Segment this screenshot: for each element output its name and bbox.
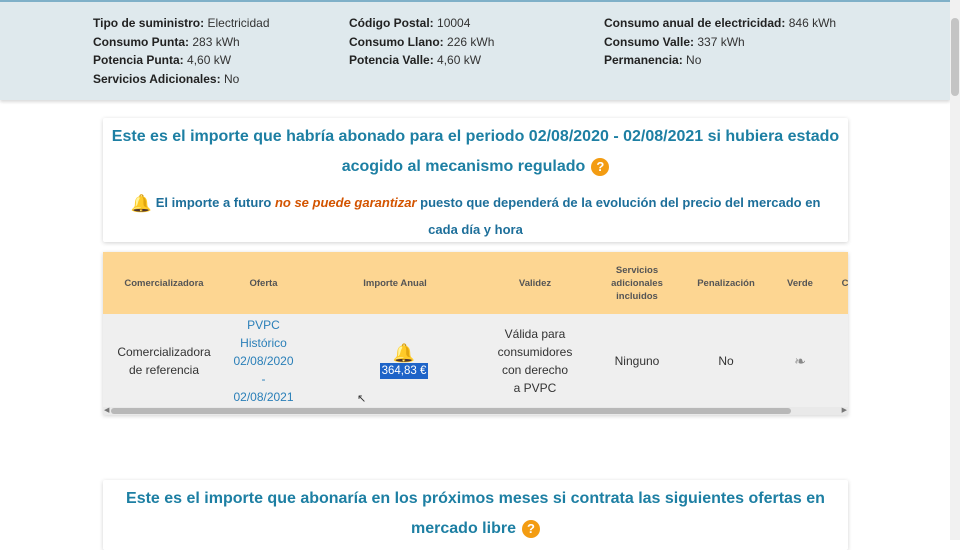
bell-icon: 🔔: [130, 194, 152, 213]
header-comercializadora[interactable]: Comercializadora: [103, 252, 225, 314]
vertical-scroll-thumb[interactable]: [951, 18, 959, 96]
cell-servicios: Ninguno: [614, 353, 660, 368]
cell-validez: Válida para consumidores con derecho a P…: [497, 326, 573, 395]
scroll-right-icon[interactable]: ▶: [842, 407, 847, 415]
summary-item: Potencia Valle: 4,60 kW: [349, 53, 482, 67]
cell-oferta-link[interactable]: PVPC Histórico 02/08/2020 - 02/08/2021: [225, 314, 302, 407]
future-warning: 🔔 El importe a futuro no se puede garanti…: [103, 190, 848, 243]
table-row: Comercializadora de referencia PVPC Hist…: [103, 314, 848, 407]
header-truncated[interactable]: C: [835, 252, 848, 314]
supply-summary-panel: Tipo de suministro: Electricidad Consumo…: [0, 0, 950, 100]
bell-icon[interactable]: 🔔: [393, 343, 415, 363]
summary-item: Código Postal: 10004: [349, 16, 471, 30]
cell-comercializadora: Comercializadora de referencia: [117, 344, 211, 377]
summary-column-2: Código Postal: 10004 Consumo Llano: 226 …: [349, 14, 494, 70]
header-penalizacion[interactable]: Penalización: [692, 252, 760, 314]
summary-item: Tipo de suministro: Electricidad: [93, 16, 270, 30]
cell-verde: ❧: [773, 314, 827, 407]
header-validez[interactable]: Validez: [488, 252, 582, 314]
cell-penalizacion: No: [718, 353, 734, 368]
offers-table: Comercializadora Oferta Importe Anual Va…: [103, 252, 848, 415]
horizontal-scroll-thumb[interactable]: [111, 408, 791, 414]
mouse-cursor-icon: ↖: [357, 393, 367, 405]
table-header: Comercializadora Oferta Importe Anual Va…: [103, 252, 848, 314]
header-importe[interactable]: Importe Anual: [302, 252, 488, 314]
annual-price[interactable]: 364,83 €: [379, 362, 429, 379]
free-market-title: Este es el importe que abonaría en los p…: [126, 490, 825, 538]
leaf-icon: ❧: [794, 352, 806, 369]
summary-item: Consumo Llano: 226 kWh: [349, 34, 495, 49]
summary-column-3: Consumo anual de electricidad: 846 kWh C…: [604, 14, 836, 70]
cell-importe: 🔔 364,83 €: [302, 314, 506, 407]
header-oferta[interactable]: Oferta: [225, 252, 302, 314]
summary-item: Permanencia: No: [604, 53, 702, 67]
header-verde[interactable]: Verde: [773, 252, 827, 314]
summary-item: Consumo Valle: 337 kWh: [604, 34, 745, 49]
horizontal-scrollbar[interactable]: ◀ ▶: [103, 407, 848, 415]
summary-item: Consumo Punta: 283 kWh: [93, 34, 240, 49]
summary-item: Consumo anual de electricidad: 846 kWh: [604, 16, 837, 30]
question-icon[interactable]: ?: [591, 157, 610, 176]
question-icon[interactable]: ?: [521, 519, 540, 538]
header-servicios[interactable]: Servicios adicionales incluidos: [582, 252, 692, 314]
summary-item: Servicios Adicionales: No: [93, 71, 240, 86]
summary-item: Potencia Punta: 4,60 kW: [93, 53, 232, 67]
scroll-left-icon[interactable]: ◀: [104, 407, 109, 415]
regulated-title: Este es el importe que habría abonado pa…: [111, 128, 840, 176]
regulated-price-card: Este es el importe que habría abonado pa…: [103, 118, 848, 242]
summary-column-1: Tipo de suministro: Electricidad Consumo…: [93, 14, 270, 88]
vertical-scrollbar[interactable]: [950, 0, 960, 540]
